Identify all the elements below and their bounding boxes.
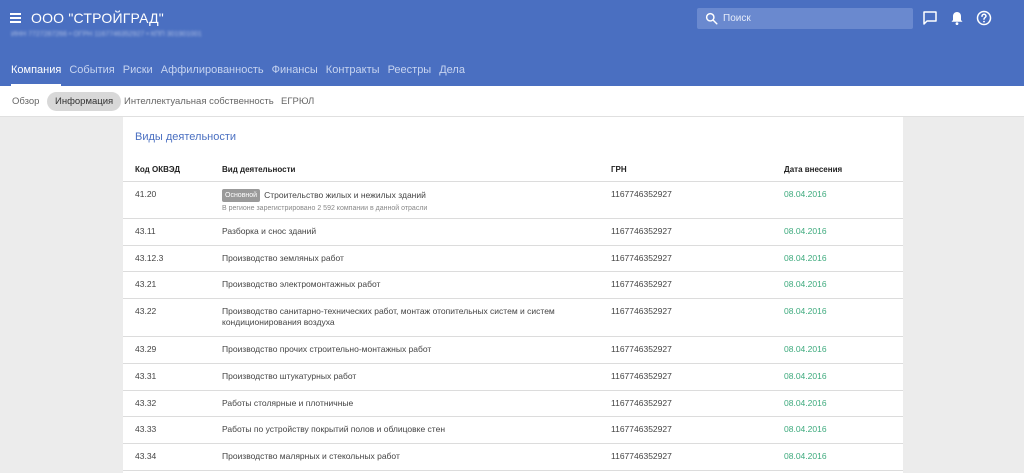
search-input[interactable] bbox=[723, 10, 909, 27]
table-row: 43.22 Производство санитарно-технических… bbox=[123, 298, 903, 336]
tab-cases[interactable]: Дела bbox=[439, 64, 465, 86]
main-tabs: Компания События Риски Аффилированность … bbox=[11, 64, 473, 86]
okved-code: 43.32 bbox=[135, 398, 157, 408]
table-row: 43.12.3 Производство земляных работ 1167… bbox=[123, 245, 903, 271]
table-row: 43.29 Производство прочих строительно-мо… bbox=[123, 336, 903, 363]
okved-code: 43.33 bbox=[135, 424, 157, 434]
sub-navigation: Обзор Информация Интеллектуальная собств… bbox=[0, 86, 1024, 117]
okved-code: 43.21 bbox=[135, 279, 157, 289]
subtab-egrul[interactable]: ЕГРЮЛ bbox=[281, 92, 314, 111]
main-activity-badge: Основной bbox=[222, 189, 261, 202]
column-header-activity: Вид деятельности bbox=[222, 165, 296, 174]
search-box[interactable] bbox=[697, 8, 913, 29]
entry-date: 08.04.2016 bbox=[784, 253, 827, 263]
entry-date: 08.04.2016 bbox=[784, 306, 827, 316]
subtab-information[interactable]: Информация bbox=[47, 92, 122, 111]
table-row: 43.21 Производство электромонтажных рабо… bbox=[123, 271, 903, 298]
okved-code: 43.31 bbox=[135, 371, 157, 381]
activity-name: Работы по устройству покрытий полов и об… bbox=[222, 424, 446, 434]
company-identifiers: ИНН 7727287266 • ОГРН 1167746352927 • КП… bbox=[11, 31, 202, 38]
subtab-overview[interactable]: Обзор bbox=[12, 92, 39, 111]
subtab-intellectual-property[interactable]: Интеллектуальная собственность bbox=[124, 92, 274, 111]
grn-value: 1167746352927 bbox=[611, 344, 672, 354]
table-row: 43.33 Работы по устройству покрытий поло… bbox=[123, 416, 903, 443]
table-row: 41.20 Основной Строительство жилых и нежи… bbox=[123, 181, 903, 218]
entry-date: 08.04.2016 bbox=[784, 398, 827, 408]
tab-events[interactable]: События bbox=[69, 64, 114, 86]
okved-code: 43.22 bbox=[135, 306, 157, 316]
grn-value: 1167746352927 bbox=[611, 424, 672, 434]
okved-code: 41.20 bbox=[135, 189, 157, 199]
column-header-date: Дата внесения bbox=[784, 165, 843, 174]
okved-code: 43.11 bbox=[135, 226, 156, 236]
entry-date: 08.04.2016 bbox=[784, 451, 827, 461]
activity-cell: Основной Строительство жилых и нежилых зд… bbox=[222, 189, 602, 214]
search-icon bbox=[705, 12, 718, 25]
entry-date: 08.04.2016 bbox=[784, 371, 827, 381]
activity-name: Производство санитарно-технических работ… bbox=[222, 306, 555, 327]
grn-value: 1167746352927 bbox=[611, 398, 672, 408]
okved-code: 43.34 bbox=[135, 451, 157, 461]
activity-name: Производство штукатурных работ bbox=[222, 371, 357, 381]
entry-date: 08.04.2016 bbox=[784, 189, 827, 199]
activities-card: Виды деятельности Код ОКВЭД Вид деятельн… bbox=[123, 117, 903, 473]
okved-code: 43.29 bbox=[135, 344, 157, 354]
tab-company[interactable]: Компания bbox=[11, 64, 62, 86]
entry-date: 08.04.2016 bbox=[784, 344, 827, 354]
table-row: 43.32 Работы столярные и плотничные 1167… bbox=[123, 390, 903, 416]
chat-icon[interactable] bbox=[922, 10, 938, 26]
grn-value: 1167746352927 bbox=[611, 226, 672, 236]
grn-value: 1167746352927 bbox=[611, 306, 672, 316]
activity-name: Разборка и снос зданий bbox=[222, 226, 317, 236]
grn-value: 1167746352927 bbox=[611, 279, 672, 289]
company-name: ООО "СТРОЙГРАД" bbox=[31, 10, 164, 26]
section-title: Виды деятельности bbox=[135, 131, 237, 143]
app-header: ООО "СТРОЙГРАД" ИНН 7727287266 • ОГРН 11… bbox=[0, 0, 1024, 86]
okved-code: 43.12.3 bbox=[135, 253, 164, 263]
tab-contracts[interactable]: Контракты bbox=[326, 64, 380, 86]
column-header-grn: ГРН bbox=[611, 165, 627, 174]
tab-affiliation[interactable]: Аффилированность bbox=[161, 64, 264, 86]
entry-date: 08.04.2016 bbox=[784, 424, 827, 434]
grn-value: 1167746352927 bbox=[611, 451, 672, 461]
table-row: 43.31 Производство штукатурных работ 116… bbox=[123, 363, 903, 390]
region-note: В регионе зарегистрировано 2 592 компани… bbox=[222, 205, 428, 212]
activity-name: Производство прочих строительно-монтажны… bbox=[222, 344, 432, 354]
entry-date: 08.04.2016 bbox=[784, 279, 827, 289]
activity-name: Производство электромонтажных работ bbox=[222, 279, 381, 289]
entry-date: 08.04.2016 bbox=[784, 226, 827, 236]
table-row: 43.34 Производство малярных и стекольных… bbox=[123, 443, 903, 470]
grn-value: 1167746352927 bbox=[611, 189, 672, 199]
row-divider bbox=[123, 470, 903, 471]
table-row: 43.11 Разборка и снос зданий 11677463529… bbox=[123, 218, 903, 245]
grn-value: 1167746352927 bbox=[611, 253, 672, 263]
tab-risks[interactable]: Риски bbox=[123, 64, 153, 86]
column-header-code: Код ОКВЭД bbox=[135, 165, 181, 174]
tab-registries[interactable]: Реестры bbox=[388, 64, 432, 86]
activity-name: Производство земляных работ bbox=[222, 253, 344, 263]
menu-icon[interactable] bbox=[10, 11, 24, 25]
activity-name: Строительство жилых и нежилых зданий bbox=[264, 190, 426, 200]
activity-name: Производство малярных и стекольных работ bbox=[222, 451, 400, 461]
activity-name: Работы столярные и плотничные bbox=[222, 398, 354, 408]
grn-value: 1167746352927 bbox=[611, 371, 672, 381]
bell-icon[interactable] bbox=[949, 10, 965, 26]
help-icon[interactable] bbox=[976, 10, 992, 26]
tab-finance[interactable]: Финансы bbox=[272, 64, 318, 86]
